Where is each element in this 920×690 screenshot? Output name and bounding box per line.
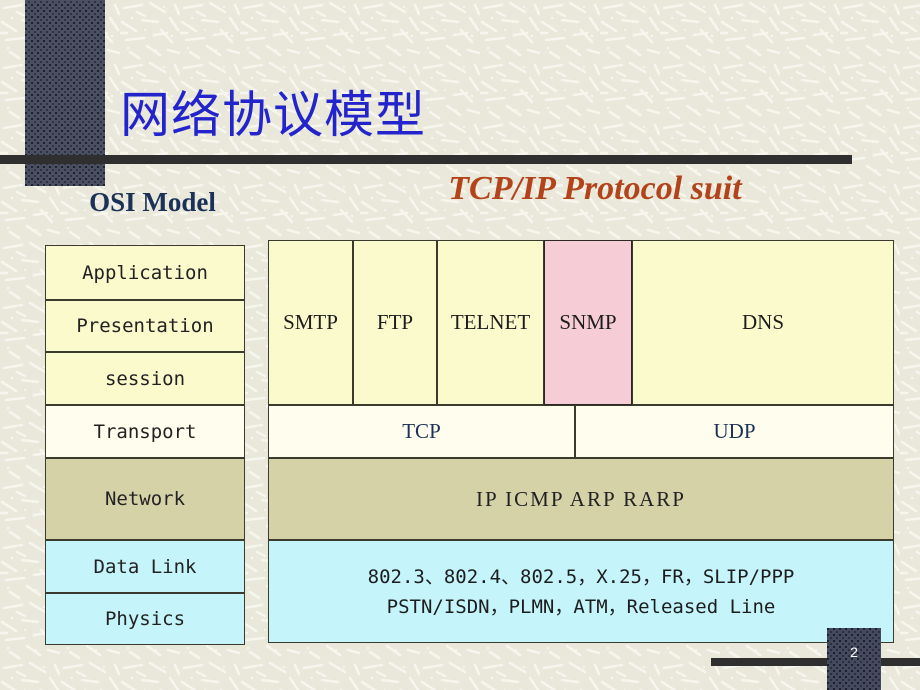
protocol-cell-ftp: FTP	[353, 240, 437, 405]
osi-layer-session: session	[45, 352, 245, 405]
link-layer-line-2: PSTN/ISDN，PLMN，ATM，Released Line	[386, 595, 776, 618]
osi-layer-network: Network	[45, 458, 245, 540]
osi-layer-presentation: Presentation	[45, 300, 245, 352]
osi-model-heading: OSI Model	[89, 187, 216, 217]
decor-horizontal-bar-top	[0, 155, 852, 164]
protocol-cell-tcp: TCP	[268, 405, 575, 458]
osi-layer-application: Application	[45, 245, 245, 300]
protocol-cell-smtp: SMTP	[268, 240, 353, 405]
page-title: 网络协议模型	[120, 86, 426, 144]
protocol-cell-snmp: SNMP	[544, 240, 632, 405]
osi-layer-transport: Transport	[45, 405, 245, 458]
tcpip-suite-heading: TCP/IP Protocol suit	[448, 170, 742, 207]
slide-canvas: 网络协议模型 OSI Model TCP/IP Protocol suit Ap…	[0, 0, 920, 690]
decor-horizontal-bar-bottom	[711, 658, 920, 666]
protocol-cell-link-layer: 802.3、802.4、802.5，X.25，FR，SLIP/PPP PSTN/…	[268, 540, 894, 643]
page-number: 2	[850, 644, 858, 660]
protocol-cell-internet-layer: IP ICMP ARP RARP	[268, 458, 894, 540]
link-layer-line-1: 802.3、802.4、802.5，X.25，FR，SLIP/PPP	[367, 565, 795, 588]
protocol-cell-telnet: TELNET	[437, 240, 544, 405]
protocol-cell-udp: UDP	[575, 405, 894, 458]
protocol-cell-dns: DNS	[632, 240, 894, 405]
osi-layer-data-link: Data Link	[45, 540, 245, 593]
osi-layer-physics: Physics	[45, 593, 245, 645]
